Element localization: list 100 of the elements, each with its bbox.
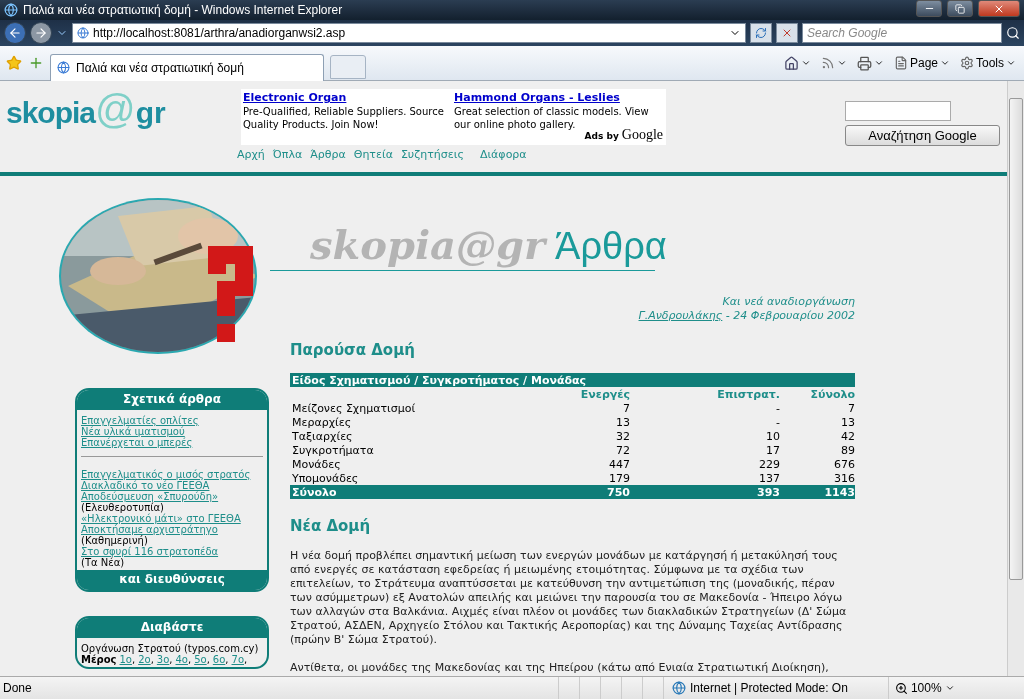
back-arrow-icon [8, 26, 22, 40]
restore-button[interactable] [947, 0, 973, 17]
nav-link[interactable]: Αρχή [237, 148, 265, 164]
google-search-field[interactable] [845, 101, 951, 121]
source-label: (Καθημερινή) [81, 535, 148, 546]
section-heading: Παρούσα Δομή [290, 341, 416, 359]
separator: , [131, 654, 136, 665]
browser-tab[interactable]: Παλιά και νέα στρατιωτική δομή [50, 53, 324, 81]
separator: , [225, 654, 229, 665]
table-cell: 137 [630, 471, 780, 485]
article-link[interactable]: Αποδεύσμευση «Σπυρούδη» [81, 491, 263, 502]
article-link[interactable]: Στο σφυρί 116 στρατοπέδα [81, 546, 263, 557]
article-link[interactable]: «Ηλεκτρονικό μάτι» στο ΓΕΕΘΑ [81, 513, 263, 524]
parts-label: Μέρος [81, 654, 117, 665]
table-cell: - [630, 401, 780, 415]
table-cell: 13 [780, 415, 855, 429]
article-link[interactable]: Νέα υλικά ιματισμού [81, 426, 263, 437]
table-cell-text: Μεραρχίες [291, 415, 353, 429]
article-link[interactable]: Διακλαδικό το νέο ΓΕΕΘΑ [81, 480, 263, 491]
table-cell-text: Μείζονες Σχηματισμοί [291, 401, 417, 415]
ads-label: Ads by [584, 131, 619, 141]
site-logo[interactable]: skopia@gr [0, 89, 241, 129]
ad-title-link[interactable]: Hammond Organs - Leslies [454, 91, 659, 104]
scrollbar[interactable] [1007, 81, 1024, 676]
nav-link[interactable]: Συζητήσεις [400, 148, 464, 164]
table-cell-text: Ταξιαρχίες [291, 429, 354, 443]
ad-title-link[interactable]: Electronic Organ [243, 91, 448, 104]
author-link[interactable]: Γ.Ανδρουλάκης [638, 309, 723, 322]
separator: , [244, 654, 248, 665]
panel-title: Σχετικά άρθρα [77, 390, 267, 410]
home-icon [783, 55, 799, 71]
table-cell-text: 17 [765, 443, 780, 457]
article-link[interactable]: Επαγγελματικός ο μισός στρατός [81, 469, 263, 480]
table-cell-text: 13 [615, 415, 630, 429]
separator: , [188, 654, 192, 665]
refresh-button[interactable] [750, 23, 772, 43]
table-cell: 89 [780, 443, 855, 457]
table-caption: Είδος Σχηματισμού / Συγκροτήματος / Μονάδας [290, 373, 855, 387]
table-cell-text: Μονάδες [291, 457, 342, 471]
table-cell-text: Συγκροτήματα [291, 443, 375, 457]
part-link[interactable]: 5ο [194, 654, 207, 665]
nav-link[interactable]: Θητεία [353, 148, 393, 164]
browser-icon [4, 3, 18, 17]
table-cell-text: 72 [615, 443, 630, 457]
article-paragraph: Η νέα δομή προβλέπει σημαντική μείωση των ενεργών μονάδων με κατάργησή ή μετακύλησή τους από ενεργές σε κατάσταση εφεδρείας ή μειωμένης ετοιμότητας. Σύμφωνα με τα σχέδια των επιτελείων, το Στράτευμα αναπτύσσεται με κατεύθυνση την αντιμετώπιση της (μοναδικής, πέραν των ασύμμετρων) εξ Ανατολών απειλής και μειώνει την παρουσία του σε Μακεδονία - Ήπειρο λόγω των αλλαγών στα Βαλκάνια. Αιχμές είναι πλέον οι μονάδες των διακλαδικών Στρατηγείων (Δ' Σώμα Στρατού, ΑΣΔΕΝ, Αρχηγείο Στόλου και Τακτικής Αεροπορίας) και της Δύναμης Ταχείας Αντίδρασης (πρώην Β' Σώμα Στρατού). [290, 549, 848, 647]
part-link[interactable]: 1ο [119, 654, 132, 665]
source-label: (Τα Νέα) [81, 557, 125, 568]
restore-icon [955, 3, 965, 14]
article-link[interactable]: Αποκτήσαμε αρχιστράτηγο [81, 524, 263, 535]
globe-icon [672, 681, 686, 695]
watermark-logo: skopia@gr [310, 221, 546, 268]
back-button[interactable] [4, 22, 26, 44]
printer-icon [856, 55, 872, 71]
source-label: (Ελευθεροτυπία) [81, 502, 165, 513]
forward-arrow-icon [34, 26, 48, 40]
separator: , [150, 654, 154, 665]
article-byline: Γ.Ανδρουλάκης - 24 Φεβρουαρίου 2002 [638, 309, 855, 323]
table-cell: 316 [780, 471, 855, 485]
table-cell: 229 [630, 457, 780, 471]
stop-button[interactable] [776, 23, 798, 43]
table-cell: Υπομονάδες [290, 471, 430, 485]
part-link[interactable]: 2ο [138, 654, 151, 665]
article-subtitle: Και νεά αναδιοργάνωση [722, 295, 855, 309]
section-heading: Νέα Δομή [290, 517, 372, 535]
column-header: Σύνολο [780, 387, 855, 401]
ads-brand[interactable]: Google [621, 127, 663, 143]
gear-icon [960, 56, 974, 70]
total-cell: Σύνολο [290, 485, 430, 499]
article-link[interactable]: Επανέρχεται ο μπερές [81, 437, 263, 448]
table-cell-text: 447 [608, 457, 630, 471]
part-link[interactable]: 4ο [175, 654, 188, 665]
google-search-button[interactable]: Αναζήτηση Google [845, 125, 1000, 146]
caret-icon [940, 58, 950, 68]
window-title: Παλιά και νέα στρατιωτική δομή - Windows Internet Explorer [23, 3, 344, 17]
minimize-button[interactable] [916, 0, 942, 17]
zoom-button[interactable]: 100% [887, 677, 975, 699]
add-favorite-icon[interactable] [28, 55, 44, 71]
caret-icon [1006, 58, 1016, 68]
caret-icon [836, 58, 847, 68]
table-cell: 676 [780, 457, 855, 471]
column-header: Ενεργές [430, 387, 630, 401]
close-button[interactable] [978, 0, 1020, 17]
separator: , [206, 654, 210, 665]
nav-link[interactable]: Όπλα [272, 148, 303, 164]
nav-link[interactable]: Διάφορα [479, 148, 527, 164]
tools-menu[interactable]: Tools [958, 56, 1018, 70]
separator: , [169, 654, 173, 665]
search-field[interactable]: Search Google [802, 23, 1002, 43]
table-cell: 179 [430, 471, 630, 485]
page-menu[interactable]: Page [891, 56, 952, 70]
total-cell: 1143 [780, 485, 855, 499]
favorites-icon[interactable] [6, 55, 22, 71]
search-icon[interactable] [1006, 26, 1020, 40]
address-field[interactable]: http://localhost:8081/arthra/anadiorganwsi2.asp [72, 23, 746, 43]
forward-button[interactable] [30, 22, 52, 44]
article-link[interactable]: Επαγγελματίες οπλίτες [81, 415, 263, 426]
article-paragraph: Αντίθετα, οι μονάδες της Μακεδονίας και της Ηπείρου (κάτω από Ενιαία Στρατιωτική Διοίκηση), [290, 661, 830, 675]
part-link[interactable]: 7ο [231, 654, 244, 665]
caret-icon [873, 58, 884, 68]
nav-link[interactable]: Άρθρα [310, 148, 346, 164]
